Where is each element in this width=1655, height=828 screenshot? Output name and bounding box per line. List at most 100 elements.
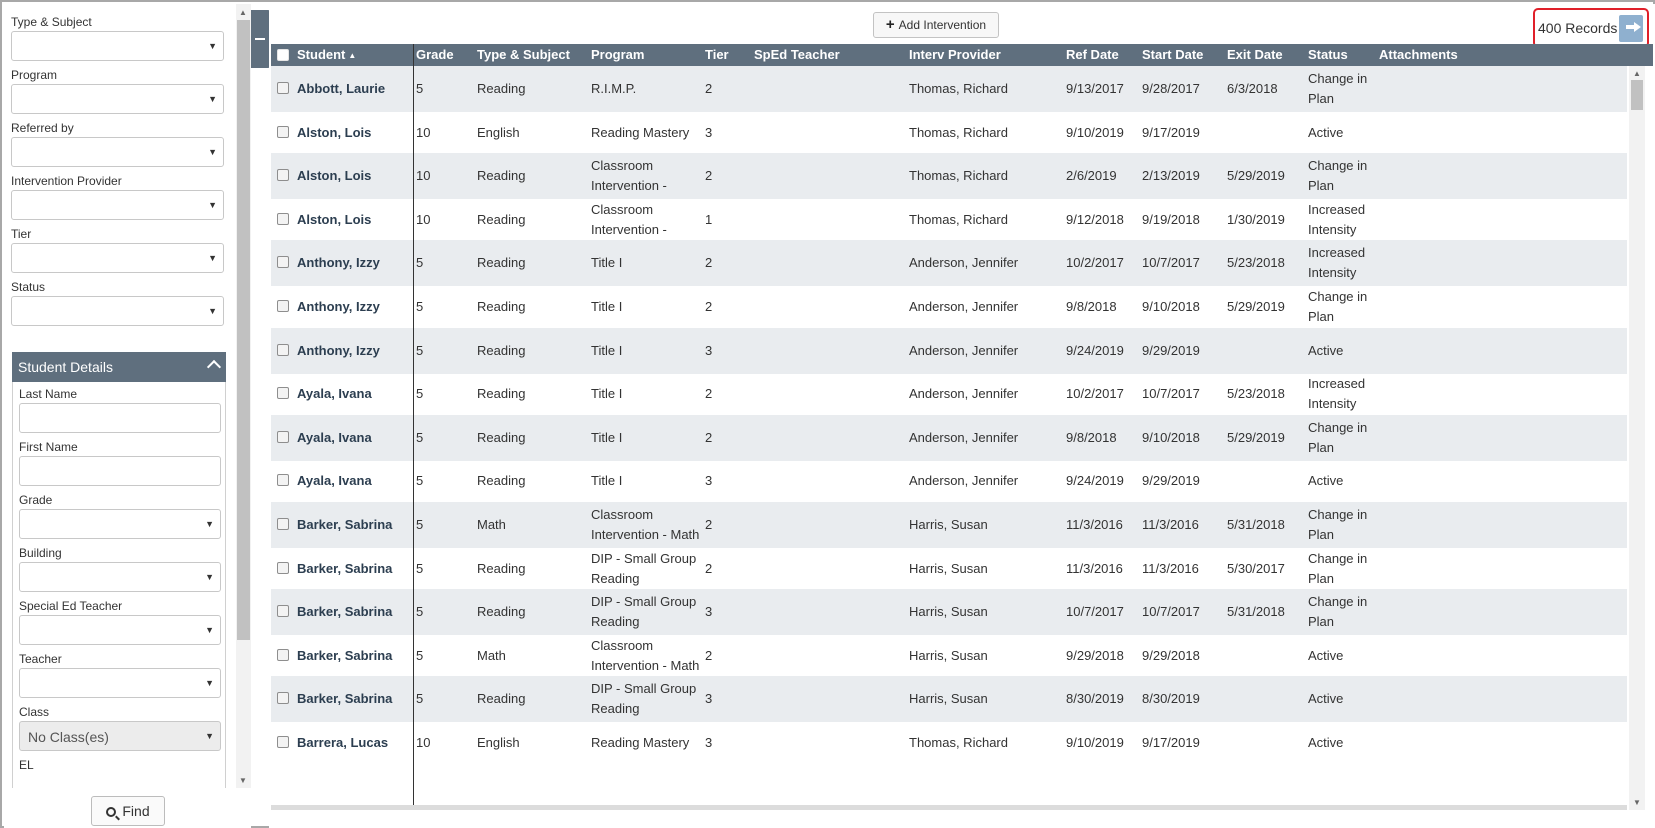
- cell-student[interactable]: Ayala, Ivana: [297, 415, 411, 461]
- building-select[interactable]: ▼: [19, 562, 221, 592]
- column-header-grade[interactable]: Grade: [416, 44, 454, 66]
- cell-student[interactable]: Anthony, Izzy: [297, 328, 411, 374]
- row-checkbox[interactable]: [277, 387, 289, 400]
- cell-program: Title I: [591, 473, 623, 489]
- scroll-up-icon[interactable]: ▲: [1633, 69, 1641, 78]
- cell-student[interactable]: Ayala, Ivana: [297, 458, 411, 504]
- type-subject-select[interactable]: ▼: [11, 31, 224, 61]
- row-checkbox[interactable]: [277, 212, 289, 225]
- cell-exit-date: [1227, 633, 1305, 679]
- referred-by-select[interactable]: ▼: [11, 137, 224, 167]
- table-horizontal-scrollbar[interactable]: [271, 805, 1627, 810]
- cell-student[interactable]: Ayala, Ivana: [297, 371, 411, 417]
- row-checkbox[interactable]: [277, 169, 289, 182]
- grade-select[interactable]: ▼: [19, 509, 221, 539]
- column-header-type-subject[interactable]: Type & Subject: [477, 44, 570, 66]
- collapse-panel-icon[interactable]: [251, 10, 271, 68]
- program-select[interactable]: ▼: [11, 84, 224, 114]
- cell-ref-date: 10/2/2017: [1066, 255, 1124, 271]
- row-checkbox[interactable]: [277, 605, 289, 618]
- table-row[interactable]: Barker, Sabrina 5 Reading DIP - Small Group…: [271, 546, 1627, 592]
- class-select[interactable]: No Class(es) ▼: [19, 721, 221, 751]
- row-checkbox[interactable]: [277, 648, 289, 661]
- column-header-sped-teacher[interactable]: SpEd Teacher: [754, 44, 840, 66]
- cell-student[interactable]: Barker, Sabrina: [297, 676, 411, 722]
- table-row[interactable]: Anthony, Izzy 5 Reading Title I 2 Anderson, J…: [271, 240, 1627, 287]
- column-header-start-date[interactable]: Start Date: [1142, 44, 1203, 66]
- filter-grade: Grade ▼: [19, 492, 221, 539]
- records-count: 400 Records: [1538, 20, 1618, 36]
- select-all-checkbox[interactable]: [277, 49, 289, 61]
- status-select[interactable]: ▼: [11, 296, 224, 326]
- last-name-input[interactable]: [19, 403, 221, 433]
- find-button[interactable]: Find: [91, 796, 165, 826]
- table-row[interactable]: Abbott, Laurie 5 Reading R.I.M.P. 2 Thomas, R…: [271, 66, 1627, 112]
- table-row[interactable]: Anthony, Izzy 5 Reading Title I 2 Anderson, J…: [271, 284, 1627, 330]
- cell-student[interactable]: Barker, Sabrina: [297, 502, 411, 548]
- table-row[interactable]: Anthony, Izzy 5 Reading Title I 3 Anderson, J…: [271, 327, 1627, 374]
- table-row[interactable]: Barker, Sabrina 5 Reading DIP - Small Group…: [271, 676, 1627, 723]
- cell-tier: 3: [705, 691, 713, 707]
- row-checkbox[interactable]: [277, 692, 289, 705]
- table-row[interactable]: Alston, Lois 10 English Reading Mastery 3 Tho…: [271, 110, 1627, 156]
- scroll-up-icon[interactable]: ▲: [239, 8, 247, 17]
- column-header-attachments[interactable]: Attachments: [1379, 44, 1458, 66]
- cell-student[interactable]: Barrera, Lucas: [297, 720, 411, 766]
- row-checkbox[interactable]: [277, 736, 289, 748]
- cell-student[interactable]: Alston, Lois: [297, 110, 411, 156]
- table-row[interactable]: Barrera, Lucas 10 English Reading Mastery 3 T…: [271, 720, 1627, 766]
- scroll-down-icon[interactable]: ▼: [1633, 798, 1641, 807]
- cell-student[interactable]: Barker, Sabrina: [297, 633, 411, 679]
- table-row[interactable]: Ayala, Ivana 5 Reading Title I 3 Anderson, Je…: [271, 458, 1627, 504]
- table-row[interactable]: Barker, Sabrina 5 Reading DIP - Small Group…: [271, 589, 1627, 636]
- row-checkbox[interactable]: [277, 300, 289, 312]
- dropdown-arrow-icon: ▼: [208, 94, 217, 104]
- special-ed-teacher-select[interactable]: ▼: [19, 615, 221, 645]
- export-icon[interactable]: [1619, 15, 1643, 42]
- intervention-provider-select[interactable]: ▼: [11, 190, 224, 220]
- table-row[interactable]: Barker, Sabrina 5 Math Classroom Interventi…: [271, 502, 1627, 548]
- row-checkbox[interactable]: [277, 125, 289, 138]
- row-checkbox[interactable]: [277, 82, 289, 94]
- cell-student[interactable]: Barker, Sabrina: [297, 546, 411, 592]
- row-checkbox[interactable]: [277, 430, 289, 443]
- cell-attachments: [1379, 66, 1529, 112]
- table-scrollbar[interactable]: ▲ ▼: [1629, 66, 1645, 810]
- table-row[interactable]: Alston, Lois 10 Reading Classroom Intervent…: [271, 153, 1627, 200]
- tier-select[interactable]: ▼: [11, 243, 224, 273]
- cell-student[interactable]: Alston, Lois: [297, 197, 411, 243]
- filter-scrollbar[interactable]: ▲ ▼: [236, 4, 251, 788]
- teacher-select[interactable]: ▼: [19, 668, 221, 698]
- scrollbar-thumb[interactable]: [237, 20, 250, 640]
- column-header-tier[interactable]: Tier: [705, 44, 729, 66]
- row-checkbox[interactable]: [277, 474, 289, 487]
- column-header-exit-date[interactable]: Exit Date: [1227, 44, 1283, 66]
- column-header-interv-provider[interactable]: Interv Provider: [909, 44, 1001, 66]
- add-intervention-button[interactable]: + Add Intervention: [873, 12, 999, 38]
- table-row[interactable]: Alston, Lois 10 Reading Classroom Intervent…: [271, 197, 1627, 243]
- cell-student[interactable]: Alston, Lois: [297, 153, 411, 199]
- column-header-ref-date[interactable]: Ref Date: [1066, 44, 1119, 66]
- cell-start-date: 10/7/2017: [1142, 386, 1200, 402]
- cell-grade: 5: [416, 473, 424, 489]
- scrollbar-thumb[interactable]: [1631, 80, 1643, 110]
- scroll-down-icon[interactable]: ▼: [239, 776, 247, 785]
- table-row[interactable]: Ayala, Ivana 5 Reading Title I 2 Anderson, Je…: [271, 371, 1627, 417]
- row-checkbox[interactable]: [277, 561, 289, 574]
- cell-student[interactable]: Anthony, Izzy: [297, 240, 411, 286]
- table-row[interactable]: Ayala, Ivana 5 Reading Title I 2 Anderson, Je…: [271, 414, 1627, 461]
- column-header-student[interactable]: Student ▲: [297, 44, 356, 66]
- column-header-program[interactable]: Program: [591, 44, 644, 66]
- row-checkbox[interactable]: [277, 518, 289, 530]
- chevron-up-icon[interactable]: [206, 359, 222, 375]
- row-checkbox[interactable]: [277, 256, 289, 269]
- filter-label: Building: [19, 546, 62, 560]
- cell-student[interactable]: Anthony, Izzy: [297, 284, 411, 330]
- first-name-input[interactable]: [19, 456, 221, 486]
- column-header-status[interactable]: Status: [1308, 44, 1348, 66]
- table-row[interactable]: Barker, Sabrina 5 Math Classroom Interventi…: [271, 633, 1627, 679]
- cell-student[interactable]: Barker, Sabrina: [297, 589, 411, 635]
- row-checkbox[interactable]: [277, 343, 289, 356]
- student-details-header[interactable]: Student Details: [12, 352, 226, 382]
- cell-student[interactable]: Abbott, Laurie: [297, 66, 411, 112]
